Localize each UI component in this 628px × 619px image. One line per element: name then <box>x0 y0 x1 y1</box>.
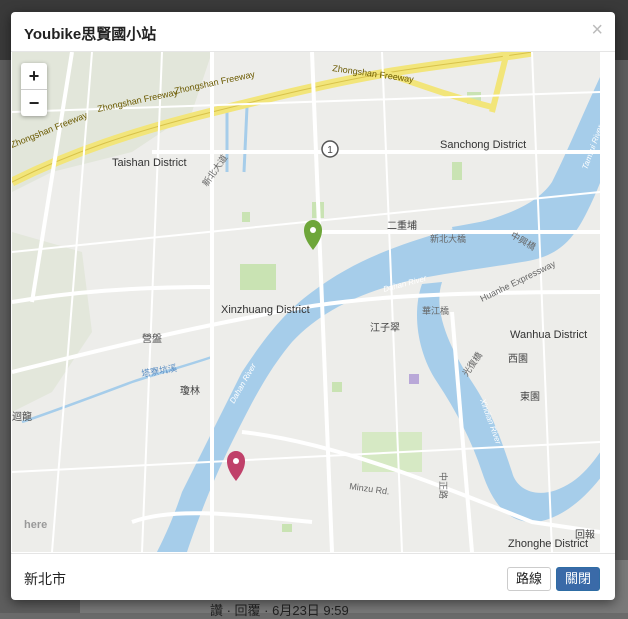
river-label-taliaokeng: 塔寮坑溪 <box>140 362 177 379</box>
report-label[interactable]: 回報 <box>575 529 595 541</box>
route-shield-label: 1 <box>327 145 333 156</box>
here-logo: here <box>24 519 47 531</box>
district-label-taishan: Taishan District <box>112 157 187 169</box>
place-label: 瓊林 <box>180 384 200 397</box>
road-label-zhongzheng: 中正路 <box>438 472 449 499</box>
map-canvas[interactable]: 1 Taishan District Sanchong District Xin… <box>12 52 600 552</box>
place-label: 東園 <box>520 390 540 403</box>
modal-header: Youbike思賢國小站 × <box>11 12 615 52</box>
map-marker-red[interactable] <box>227 451 245 481</box>
road-label-huajiang-bridge: 華江橋 <box>422 305 449 316</box>
route-button[interactable]: 路線 <box>507 567 552 591</box>
district-label-xinzhuang: Xinzhuang District <box>221 304 310 316</box>
zoom-out-button[interactable]: − <box>21 89 47 116</box>
road-label-xinbei-bridge: 新北大橋 <box>430 233 466 244</box>
city-label: 新北市 <box>24 571 66 587</box>
modal-title: Youbike思賢國小站 <box>24 26 157 43</box>
zoom-in-button[interactable]: + <box>21 63 47 89</box>
road-label-minzu: Minzu Rd. <box>349 481 391 497</box>
close-icon[interactable]: × <box>591 20 603 40</box>
map-modal: Youbike思賢國小站 × 1 Taishan District Sancho… <box>11 12 615 600</box>
road-label-xinbei-blvd: 新北大道 <box>200 152 230 188</box>
place-label: 營盤 <box>142 332 162 345</box>
road-label-guangfu-bridge: 光復橋 <box>460 350 485 378</box>
place-label: 迴龍 <box>12 410 32 423</box>
close-button[interactable]: 關閉 <box>556 567 601 591</box>
district-label-sanchong: Sanchong District <box>440 139 526 151</box>
modal-footer: 新北市 路線 關閉 <box>11 553 615 600</box>
background-comment-meta: 讚 · 回覆 · 6月23日 9:59 <box>210 603 349 618</box>
place-label: 江子翠 <box>370 322 400 334</box>
map-view[interactable]: 1 Taishan District Sanchong District Xin… <box>12 52 600 552</box>
place-label: 二重埔 <box>387 219 417 232</box>
zoom-control: + − <box>21 63 47 116</box>
district-label-wanhua: Wanhua District <box>510 329 587 341</box>
place-label: 西園 <box>508 353 528 365</box>
